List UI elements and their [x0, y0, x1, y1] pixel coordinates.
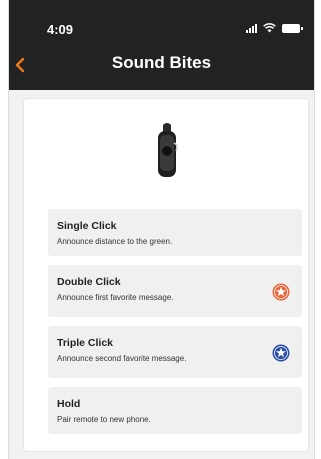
list-item-hold[interactable]: Hold Pair remote to new phone.: [48, 387, 302, 434]
remote-device-image: [158, 123, 178, 177]
star-badge-blue-icon: [272, 344, 290, 362]
wifi-icon: [263, 23, 276, 33]
status-time: 4:09: [47, 22, 74, 37]
list-item-triple-click[interactable]: Triple Click Announce second favorite me…: [48, 326, 302, 378]
status-icons: [246, 22, 303, 34]
sound-bites-card: Single Click Announce distance to the gr…: [23, 98, 309, 452]
item-title: Double Click: [57, 276, 121, 288]
list-item-single-click[interactable]: Single Click Announce distance to the gr…: [48, 209, 302, 256]
phone-screen: 4:09 Sound Bites Single Click Announce d…: [8, 0, 315, 459]
item-description: Announce distance to the green.: [57, 237, 173, 246]
item-description: Announce second favorite message.: [57, 354, 187, 363]
item-title: Hold: [57, 398, 81, 410]
list-item-double-click[interactable]: Double Click Announce first favorite mes…: [48, 265, 302, 317]
signal-icon: [246, 23, 257, 33]
battery-icon: [282, 23, 303, 33]
item-description: Pair remote to new phone.: [57, 415, 151, 424]
page-title: Sound Bites: [111, 53, 212, 72]
item-title: Single Click: [57, 220, 117, 232]
star-badge-orange-icon: [272, 283, 290, 301]
item-title: Triple Click: [57, 337, 114, 349]
item-description: Announce first favorite message.: [57, 293, 174, 302]
app-header: 4:09 Sound Bites: [9, 0, 314, 90]
